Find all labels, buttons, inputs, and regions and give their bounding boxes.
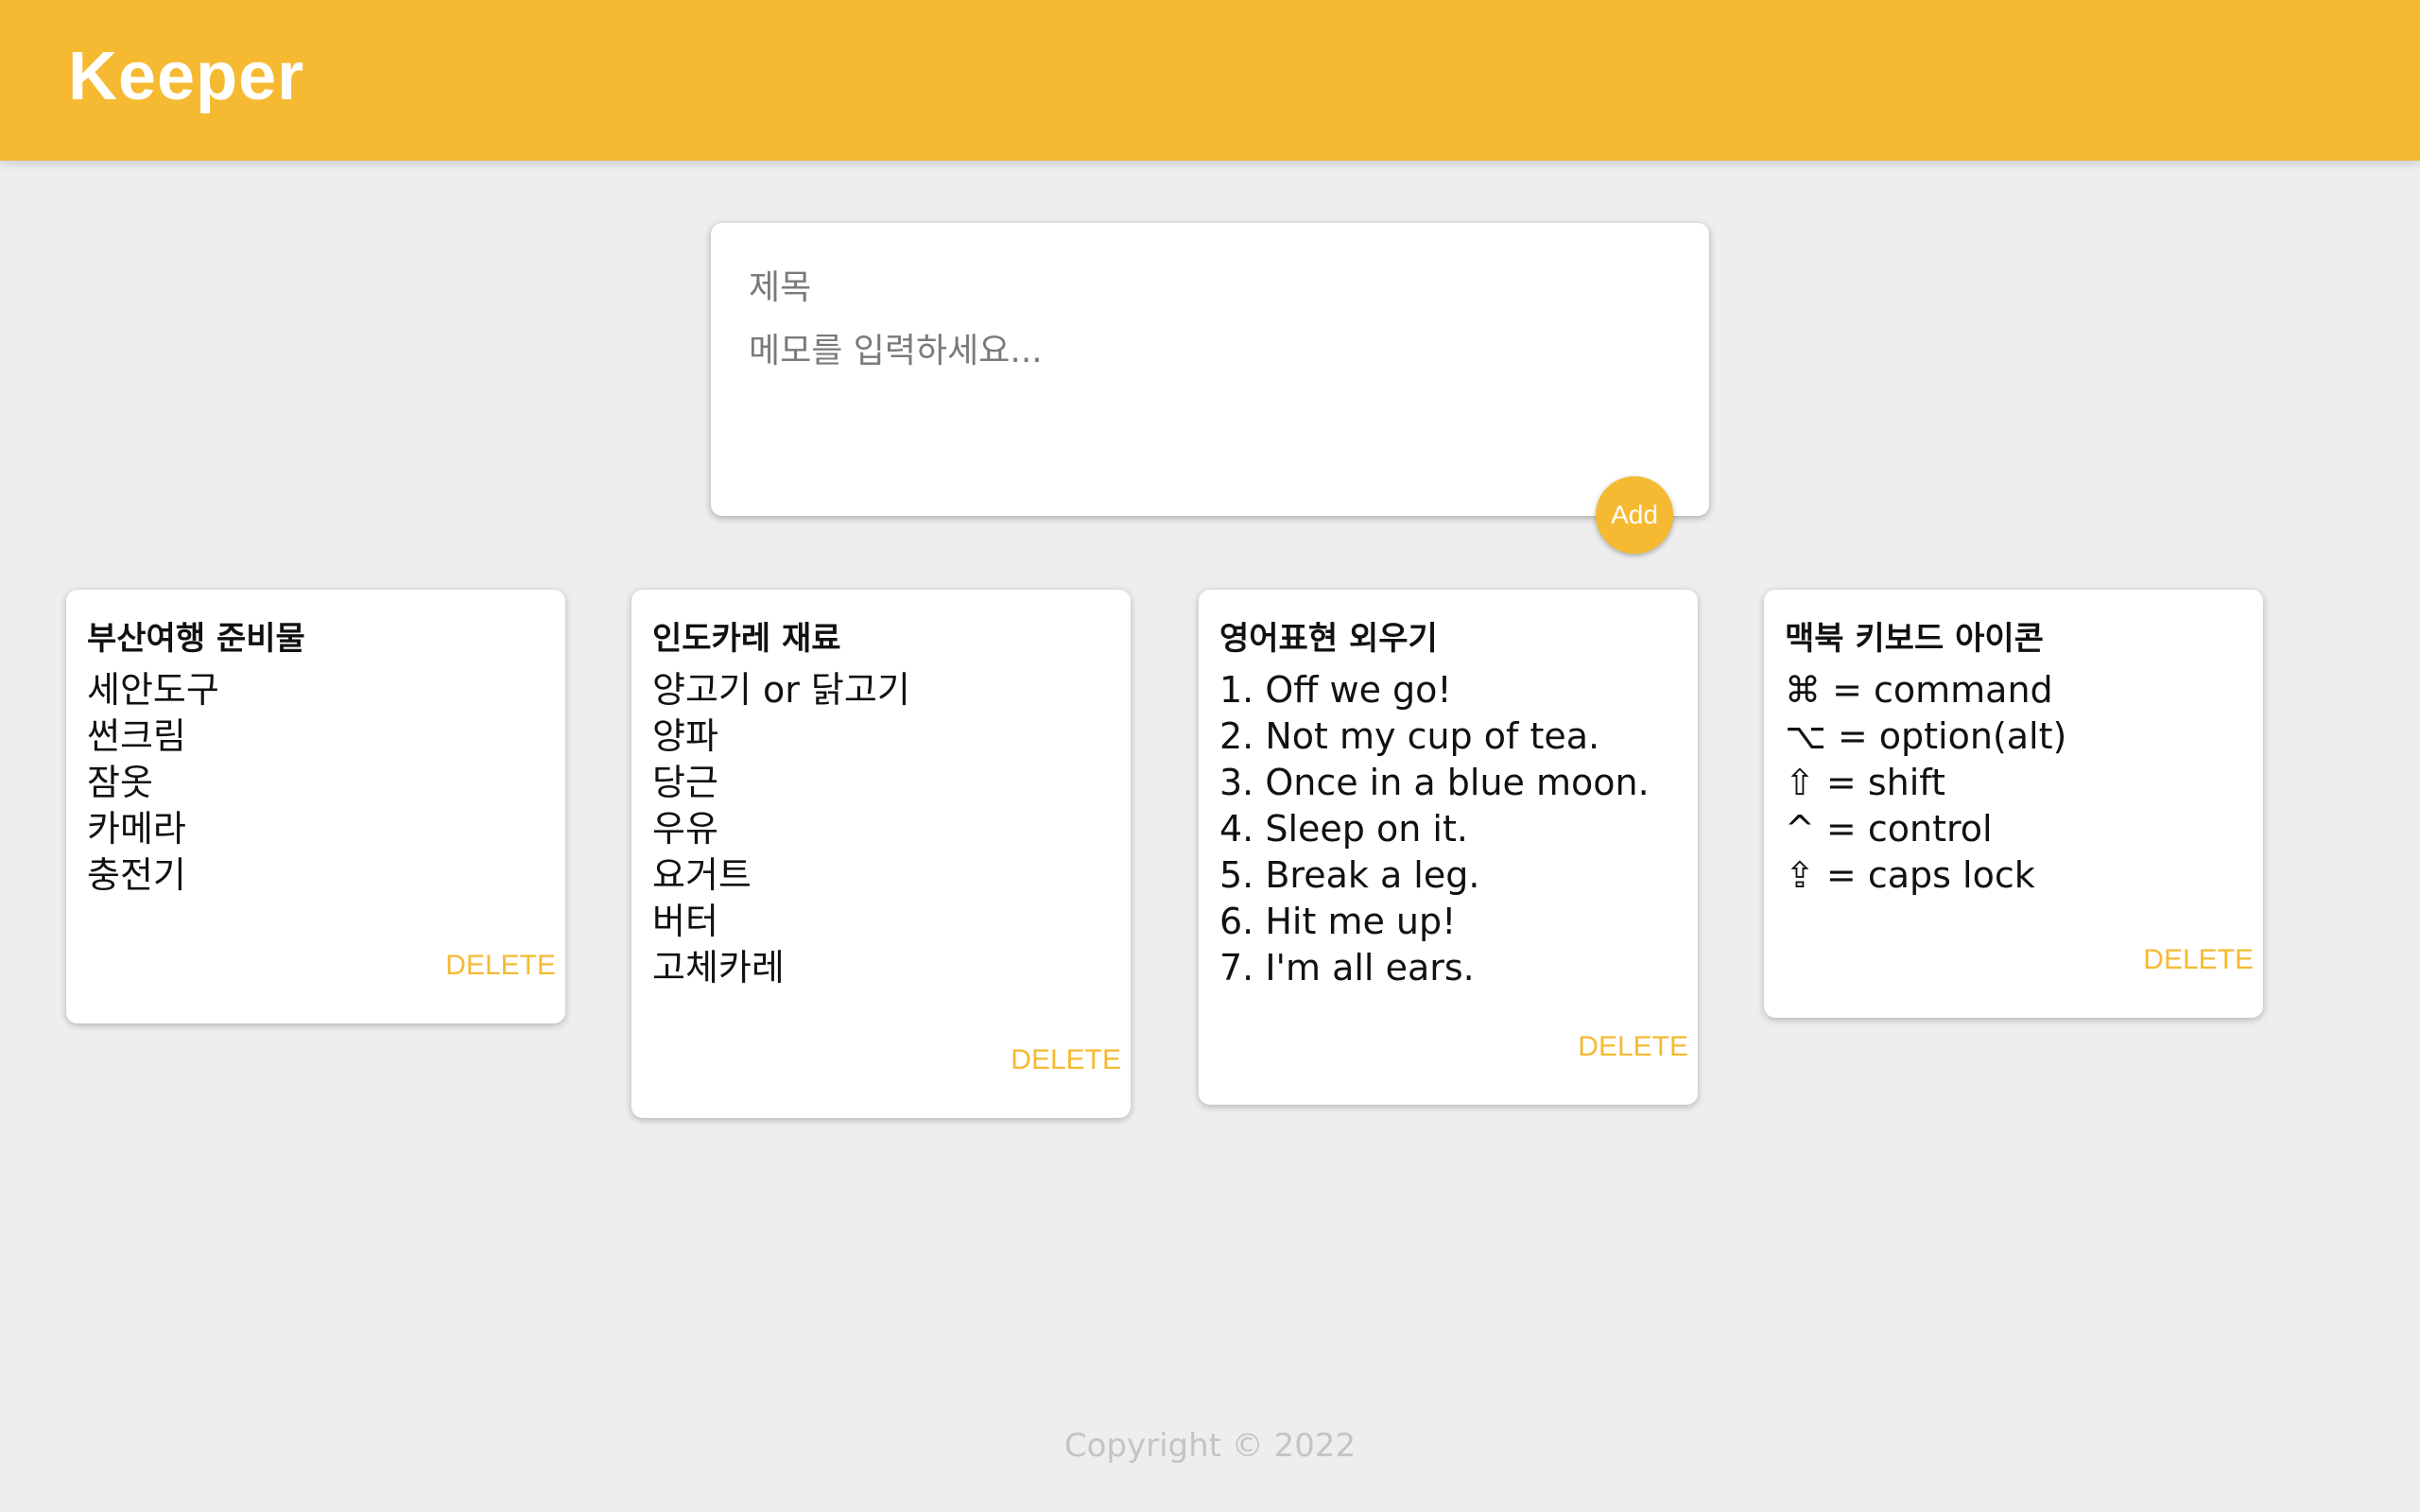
note-line: 고체카레: [652, 947, 785, 988]
note-content: 세안도구 썬크림 잠옷 카메라 충전기: [87, 667, 219, 899]
note-title: 인도카레 재료: [652, 620, 841, 658]
create-note-form: Add: [711, 223, 1709, 554]
note-line: 양고기 or 닭고기: [652, 669, 910, 711]
add-note-button[interactable]: Add: [1596, 476, 1673, 554]
note-line: 6. Hit me up!: [1219, 901, 1457, 942]
note-line: 양파: [652, 715, 718, 757]
note-line: 5. Break a leg.: [1219, 854, 1480, 896]
note-line: 카메라: [87, 808, 186, 850]
note-title: 영어표현 외우기: [1219, 620, 1438, 658]
note-line: ⌘ = command: [1785, 669, 2053, 711]
note-line: ^ = control: [1785, 808, 1993, 850]
note-title-input[interactable]: [749, 261, 1656, 314]
app-header: Keeper: [0, 0, 2420, 161]
note-card: 인도카레 재료 양고기 or 닭고기 양파 당근 우유 요거트 버터 고체카레 …: [631, 590, 1131, 1118]
note-line: 우유: [652, 808, 718, 850]
copyright-text: Copyright © 2022: [1063, 1427, 1357, 1465]
delete-button[interactable]: DELETE: [1011, 1044, 1121, 1076]
note-line: ⌥ = option(alt): [1785, 715, 2067, 757]
note-line: 4. Sleep on it.: [1219, 808, 1468, 850]
delete-button[interactable]: DELETE: [445, 950, 556, 982]
note-content-input[interactable]: [749, 325, 1656, 438]
note-line: 7. I'm all ears.: [1219, 947, 1475, 988]
note-line: ⇧ = shift: [1785, 762, 1945, 803]
delete-button[interactable]: DELETE: [2143, 944, 2254, 976]
note-line: 썬크림: [87, 715, 186, 757]
note-card: 맥북 키보드 아이콘 ⌘ = command ⌥ = option(alt) ⇧…: [1764, 590, 2263, 1018]
note-title: 맥북 키보드 아이콘: [1785, 620, 2044, 658]
note-title: 부산여행 준비물: [87, 620, 305, 658]
note-content: 1. Off we go! 2. Not my cup of tea. 3. O…: [1219, 667, 1650, 991]
delete-button[interactable]: DELETE: [1578, 1031, 1688, 1063]
note-content: ⌘ = command ⌥ = option(alt) ⇧ = shift ^ …: [1785, 667, 2066, 899]
note-line: 1. Off we go!: [1219, 669, 1452, 711]
note-line: 요거트: [652, 854, 752, 896]
note-line: 2. Not my cup of tea.: [1219, 715, 1600, 757]
note-line: 잠옷: [87, 762, 153, 803]
note-line: 충전기: [87, 854, 186, 896]
note-line: 당근: [652, 762, 718, 803]
note-line: ⇪ = caps lock: [1785, 854, 2035, 896]
note-content: 양고기 or 닭고기 양파 당근 우유 요거트 버터 고체카레: [652, 667, 910, 991]
note-line: 3. Once in a blue moon.: [1219, 762, 1650, 803]
note-line: 버터: [652, 901, 718, 942]
note-line: 세안도구: [87, 669, 219, 711]
app-logo: Keeper: [68, 39, 305, 114]
note-card: 영어표현 외우기 1. Off we go! 2. Not my cup of …: [1199, 590, 1698, 1105]
note-card: 부산여행 준비물 세안도구 썬크림 잠옷 카메라 충전기 DELETE: [66, 590, 565, 1023]
footer: Copyright © 2022: [0, 1427, 2420, 1465]
